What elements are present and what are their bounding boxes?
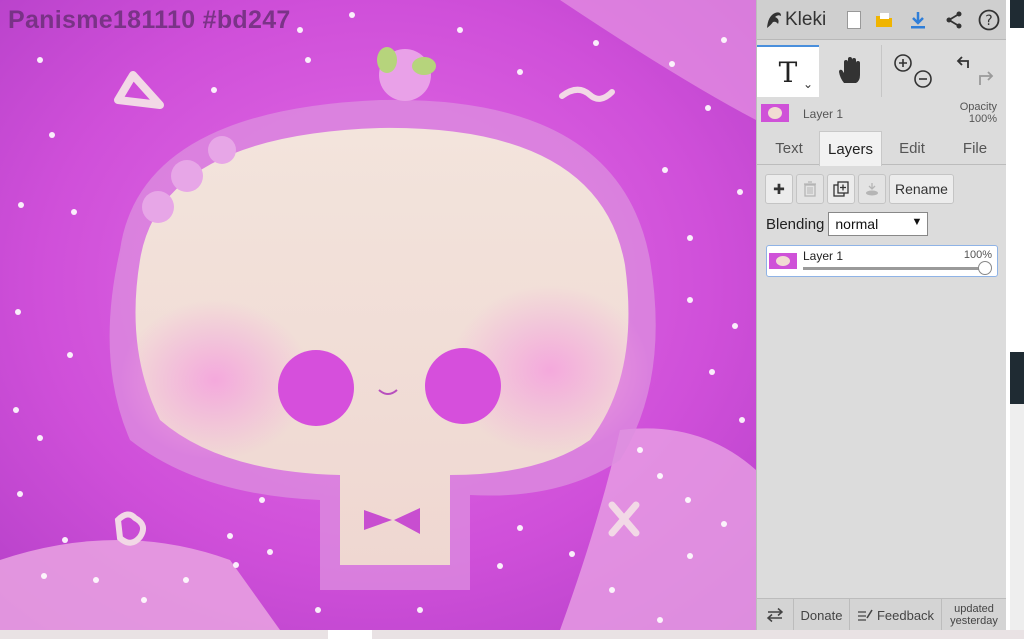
slider-handle[interactable] [978,261,992,275]
add-layer-button[interactable]: ✚ [765,174,793,204]
kleki-logo[interactable]: Kleki [765,0,826,40]
trash-icon [804,181,816,197]
tab-file[interactable]: File [945,131,1005,165]
share-button[interactable] [941,7,967,33]
chevron-down-icon[interactable]: ⌄ [803,77,813,91]
layer-thumbnail [769,253,797,269]
window-edge-dark-top [1010,0,1024,28]
duplicate-layer-button[interactable] [827,174,855,204]
feedback-button[interactable]: Feedback [850,599,942,631]
app-name: Kleki [785,8,827,30]
layer-opacity-value: 100% [963,249,992,261]
current-layer-name: Layer 1 [803,107,844,121]
updated-status[interactable]: updated yesterday [942,599,1006,631]
blending-value: normal [835,216,879,232]
window-edge-light-bottom [1010,404,1024,630]
drawing-canvas[interactable]: Panisme181110 #bd247 [0,0,756,630]
swap-arrows-icon [766,607,784,623]
text-tool[interactable]: T ⌄ [757,45,819,97]
undo-redo-icon[interactable] [952,51,998,91]
taskbar-tab[interactable] [328,630,372,639]
hand-icon [839,57,860,83]
taskbar-strip [0,630,1024,639]
layer-thumbnail [761,104,789,122]
merge-layer-button[interactable] [858,174,886,204]
layer-list-item[interactable]: Layer 1 100% [766,245,998,277]
save-button[interactable] [905,7,931,33]
merge-down-icon [866,183,878,196]
blending-row: Blending normal ▼ [766,212,929,236]
swap-side-button[interactable] [757,599,794,631]
tab-text[interactable]: Text [759,131,819,165]
help-button[interactable]: ? [976,7,1002,33]
open-image-button[interactable] [871,7,897,33]
opacity-value: 100% [968,113,997,125]
tool-row: T ⌄ [757,45,1007,97]
svg-text:?: ? [985,13,992,29]
kleki-logo-icon [767,11,781,28]
tab-layers[interactable]: Layers [819,131,882,166]
panel-bottombar: Donate Feedback updated yesterday [757,598,1007,631]
new-image-button[interactable] [841,7,867,33]
share-icon [946,11,962,29]
tool-panel: Kleki ? T ⌄ Layer 1 Opacity 100% Text La… [756,0,1007,631]
save-icon [911,12,925,29]
feedback-icon [857,609,873,621]
rename-layer-button[interactable]: Rename [889,174,954,204]
layer-opacity-slider[interactable] [803,267,987,270]
current-layer-summary: Layer 1 Opacity 100% [757,98,1007,130]
donate-button[interactable]: Donate [794,599,850,631]
help-icon: ? [978,9,1000,31]
zoom-in-out-icon[interactable] [891,51,935,91]
text-tool-icon: T [778,55,798,89]
hand-tool[interactable] [819,45,881,97]
delete-layer-button[interactable] [796,174,824,204]
window-edge-dark-mid [1010,352,1024,404]
canvas-artwork [0,0,756,630]
layer-actions: ✚ Rename [765,174,957,204]
blending-label: Blending [766,215,825,233]
feedback-label: Feedback [876,607,935,623]
background-window-edge [1006,0,1024,630]
opacity-label: Opacity [959,101,997,113]
chevron-down-icon: ▼ [911,216,923,228]
canvas-watermark: Panisme181110 #bd247 [8,6,291,34]
zoom-controls [881,45,943,97]
panel-topbar: Kleki ? [757,0,1007,40]
layer-name: Layer 1 [803,249,844,263]
blending-select[interactable]: normal ▼ [828,212,929,236]
tab-edit[interactable]: Edit [882,131,942,165]
new-image-icon [847,11,861,29]
duplicate-icon [833,181,849,197]
panel-tabs: Text Layers Edit File [757,131,1007,166]
open-image-icon [876,13,892,27]
layer-opacity: Opacity 100% [960,101,997,125]
app-window: Panisme181110 #bd247 Kleki ? T ⌄ Layer 1… [0,0,1024,639]
undo-redo-controls [943,45,1007,97]
